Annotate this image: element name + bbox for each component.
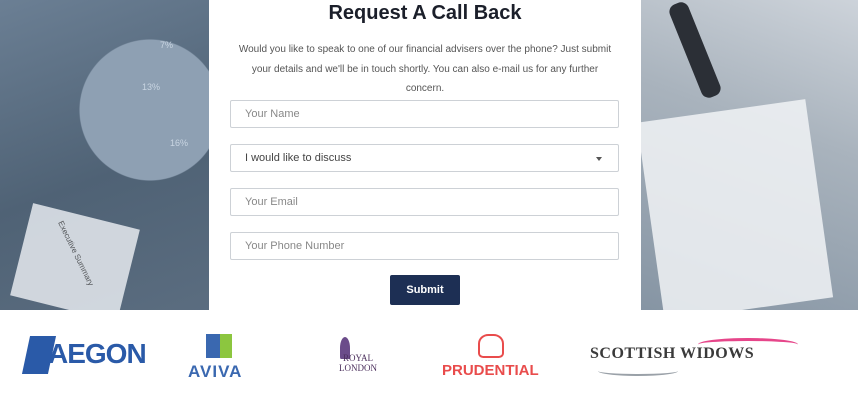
pie-label: 7% bbox=[160, 40, 174, 50]
pie-label: 16% bbox=[170, 138, 189, 148]
form-intro: Would you like to speak to one of our fi… bbox=[238, 44, 612, 94]
partner-name: AEGON bbox=[48, 338, 147, 369]
phone-field bbox=[230, 232, 619, 260]
submit-button[interactable]: Submit bbox=[390, 275, 460, 305]
name-input[interactable] bbox=[231, 101, 618, 127]
partner-logo-aviva[interactable]: AVIVA bbox=[188, 332, 258, 382]
partner-logo-prudential[interactable]: PRUDENTIAL bbox=[440, 332, 550, 380]
pie-label: 13% bbox=[142, 82, 161, 92]
partner-logos: AEGON AVIVA ROYAL LONDON PRUDENTIAL SCOT… bbox=[0, 310, 858, 400]
chevron-down-icon bbox=[596, 157, 602, 161]
name-field bbox=[230, 100, 619, 128]
partner-name: SCOTTISH WIDOWS bbox=[590, 345, 755, 362]
partner-name: AVIVA bbox=[188, 362, 243, 381]
scottish-widows-underline-icon bbox=[598, 366, 678, 376]
form-title: Request A Call Back bbox=[328, 2, 522, 24]
discuss-select[interactable]: I would like to discuss bbox=[230, 144, 619, 172]
prudential-mark-icon bbox=[478, 334, 504, 358]
partner-name: ROYAL LONDON bbox=[339, 353, 377, 373]
partner-name: PRUDENTIAL bbox=[442, 362, 539, 379]
email-field bbox=[230, 188, 619, 216]
email-input[interactable] bbox=[231, 189, 618, 215]
partner-logo-scottish-widows[interactable]: SCOTTISH WIDOWS bbox=[588, 336, 808, 376]
aviva-mark-icon bbox=[206, 334, 220, 358]
partner-logo-royal-london[interactable]: ROYAL LONDON bbox=[330, 335, 390, 375]
discuss-select-value: I would like to discuss bbox=[245, 152, 352, 164]
paper-sheet-right bbox=[636, 99, 834, 310]
phone-input[interactable] bbox=[231, 233, 618, 259]
callback-form: Request A Call Back Would you like to sp… bbox=[209, 0, 641, 310]
paper-text: Executive Summary bbox=[56, 219, 96, 288]
partner-logo-aegon[interactable]: AEGON bbox=[21, 332, 147, 378]
aviva-mark-icon-2 bbox=[220, 334, 232, 358]
